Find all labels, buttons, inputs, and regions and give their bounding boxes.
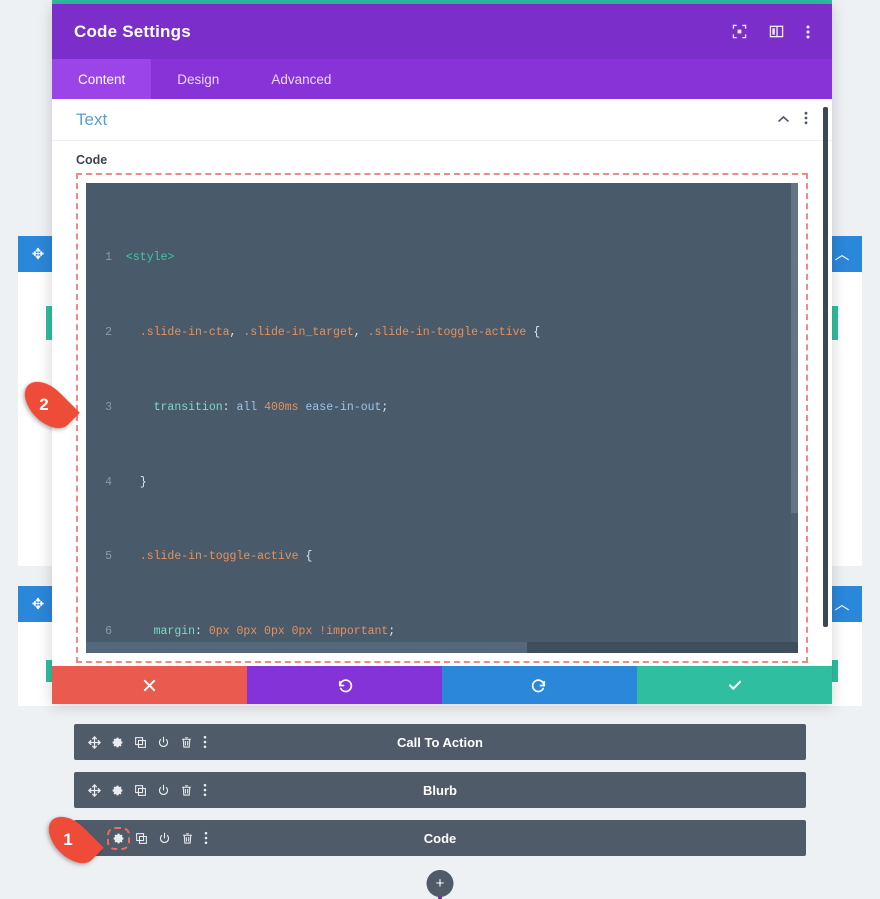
code-editor-field[interactable]: 1 <style> 2 .slide-in-cta, .slide-in_targ… xyxy=(76,173,808,663)
module-tools xyxy=(74,783,207,797)
module-more-icon[interactable] xyxy=(203,735,207,749)
module-tools xyxy=(74,735,207,749)
more-options-icon[interactable] xyxy=(806,24,810,40)
module-more-icon[interactable] xyxy=(203,783,207,797)
section-actions xyxy=(777,111,808,128)
module-row-blurb[interactable]: Blurb xyxy=(74,772,806,808)
line-number: 5 xyxy=(105,550,112,564)
code-line: 2 .slide-in-cta, .slide-in_target, .slid… xyxy=(86,324,798,343)
duplicate-icon[interactable] xyxy=(134,784,147,797)
tab-advanced[interactable]: Advanced xyxy=(245,59,357,99)
code-field-label: Code xyxy=(76,153,108,167)
duplicate-icon[interactable] xyxy=(134,736,147,749)
tab-design[interactable]: Design xyxy=(151,59,245,99)
power-icon[interactable] xyxy=(157,784,170,797)
callout-number: 1 xyxy=(63,830,73,849)
fullscreen-icon[interactable] xyxy=(732,24,747,39)
code-vertical-scrollbar[interactable] xyxy=(791,183,798,653)
modal-header: Code Settings xyxy=(52,4,832,59)
modal-header-actions xyxy=(732,24,810,40)
builder-page: ✥ ︿ ✥ ︿ Code Settings Content Design Adv… xyxy=(0,0,880,899)
module-row-call-to-action[interactable]: Call To Action xyxy=(74,724,806,760)
callout-number: 2 xyxy=(39,395,49,414)
code-line: 6 margin: 0px 0px 0px 0px !important; xyxy=(86,623,798,642)
trash-icon[interactable] xyxy=(180,736,193,749)
trash-icon[interactable] xyxy=(181,832,194,845)
code-line: 3 transition: all 400ms ease-in-out; xyxy=(86,399,798,418)
callout-1: 1 xyxy=(40,808,104,872)
page-title: Code Settings xyxy=(74,21,191,41)
settings-tabs: Content Design Advanced xyxy=(52,59,832,99)
code-settings-modal: Code Settings Content Design Advanced Te… xyxy=(52,4,832,704)
power-icon[interactable] xyxy=(157,736,170,749)
line-content: .slide-in-toggle-active { xyxy=(139,550,313,564)
trash-icon[interactable] xyxy=(180,784,193,797)
move-icon[interactable] xyxy=(88,735,101,749)
undo-button[interactable] xyxy=(247,666,442,704)
text-section-header: Text xyxy=(52,99,832,141)
gear-icon[interactable] xyxy=(111,736,124,749)
gear-icon[interactable] xyxy=(111,784,124,797)
move-icon[interactable] xyxy=(88,783,101,797)
line-content: } xyxy=(139,475,147,489)
code-horizontal-scrollbar[interactable] xyxy=(86,642,798,653)
module-row-code[interactable]: Code xyxy=(74,820,806,856)
line-number: 4 xyxy=(105,475,112,489)
gear-icon[interactable] xyxy=(107,826,130,850)
save-button[interactable] xyxy=(637,666,832,704)
tab-content[interactable]: Content xyxy=(52,59,152,99)
section-title: Text xyxy=(76,109,108,129)
module-list: Call To Action Blurb Code xyxy=(74,724,806,868)
duplicate-icon[interactable] xyxy=(135,832,148,845)
modal-body: Text Code 1 <style> 2 .slide-in-cta, .sl… xyxy=(52,99,832,704)
modal-scrollbar[interactable] xyxy=(823,107,828,627)
line-content: transition: all 400ms ease-in-out; xyxy=(153,400,389,414)
code-editor[interactable]: 1 <style> 2 .slide-in-cta, .slide-in_targ… xyxy=(86,183,798,653)
line-content: <style> xyxy=(126,251,175,265)
redo-button[interactable] xyxy=(442,666,637,704)
callout-2: 2 xyxy=(16,373,80,437)
code-line: 5 .slide-in-toggle-active { xyxy=(86,548,798,567)
code-line: 4 } xyxy=(86,474,798,493)
line-number: 2 xyxy=(105,325,112,339)
code-field-wrapper: Code 1 <style> 2 .slide-in-cta, .slide-in… xyxy=(52,141,832,663)
add-module-button[interactable]: + xyxy=(426,870,454,897)
modal-action-bar xyxy=(52,666,832,704)
line-content: .slide-in-cta, .slide-in_target, .slide-… xyxy=(139,325,541,339)
line-number: 1 xyxy=(105,251,112,265)
line-number: 6 xyxy=(105,625,112,639)
line-content: margin: 0px 0px 0px 0px !important; xyxy=(153,625,396,639)
code-lines: 1 <style> 2 .slide-in-cta, .slide-in_targ… xyxy=(86,183,798,653)
code-line: 1 <style> xyxy=(86,249,798,268)
line-number: 3 xyxy=(105,400,112,414)
cancel-button[interactable] xyxy=(52,666,247,704)
power-icon[interactable] xyxy=(158,832,171,845)
split-view-icon[interactable] xyxy=(769,24,784,39)
section-more-icon[interactable] xyxy=(804,111,808,128)
module-more-icon[interactable] xyxy=(204,831,208,845)
chevron-up-icon[interactable] xyxy=(777,112,790,127)
